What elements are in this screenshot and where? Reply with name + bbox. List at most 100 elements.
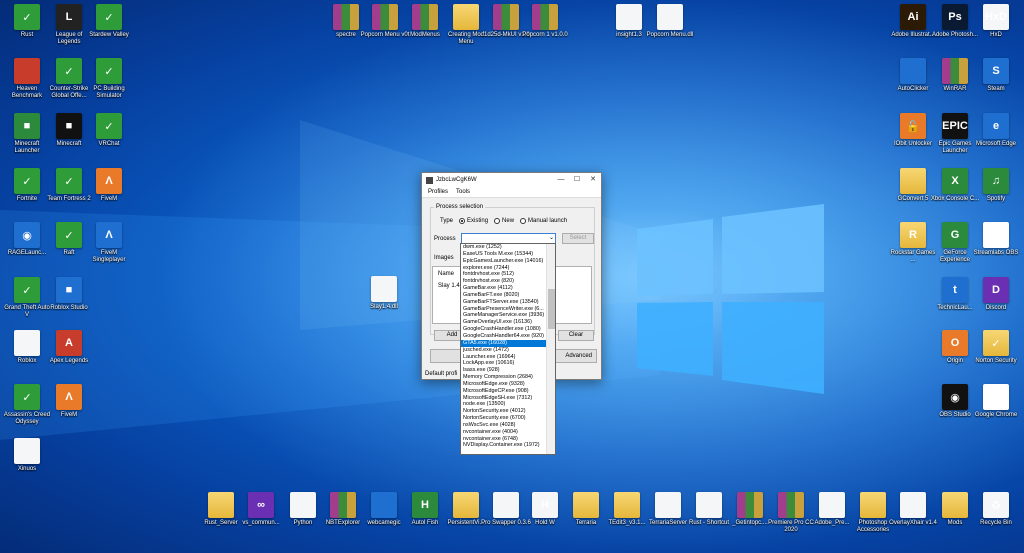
desktop-icon-label: Steam bbox=[987, 86, 1005, 92]
dropdown-item[interactable]: EpicGamesLauncher.exe (14016) bbox=[461, 258, 547, 265]
desktop-icon[interactable]: ■ Roblox Studio bbox=[46, 277, 92, 312]
scrollbar-thumb[interactable] bbox=[548, 289, 555, 329]
fivem-icon: Λ bbox=[96, 168, 122, 194]
steam-icon: S bbox=[983, 58, 1009, 84]
dropdown-item[interactable]: Launcher.exe (16964) bbox=[461, 354, 547, 361]
technic-launcher-icon: t bbox=[942, 277, 968, 303]
desktop-icon[interactable]: EPIC Epic Games Launcher bbox=[932, 113, 978, 155]
radio-existing-label: Existing bbox=[467, 218, 489, 224]
desktop-icon[interactable]: ✓ Norton Security bbox=[973, 330, 1019, 365]
google-chrome-icon: ◉ bbox=[983, 384, 1009, 410]
clear-button[interactable]: Clear bbox=[558, 330, 594, 341]
scrollbar[interactable] bbox=[546, 244, 555, 454]
images-column-name[interactable]: Name bbox=[438, 271, 454, 277]
desktop-icon[interactable]: ◉ Streamlabs OBS bbox=[973, 222, 1019, 257]
dropdown-item[interactable]: node.exe (13500) bbox=[461, 401, 547, 408]
dropdown-item[interactable]: GoogleCrashHandler64.exe (920) bbox=[461, 333, 547, 340]
dropdown-item[interactable]: NortonSecurity.exe (4012) bbox=[461, 408, 547, 415]
desktop-icon[interactable]: ◉ Google Chrome bbox=[973, 384, 1019, 419]
dropdown-item[interactable]: fontdrvhost.exe (820) bbox=[461, 278, 547, 285]
dropdown-item[interactable]: GameBar.exe (4112) bbox=[461, 285, 547, 292]
dropdown-item[interactable]: GameBarFT.exe (8020) bbox=[461, 292, 547, 299]
dropdown-item[interactable]: MicrosoftEdgeSH.exe (7312) bbox=[461, 395, 547, 402]
dropdown-item[interactable]: Memory Compression (2684) bbox=[461, 374, 547, 381]
dropdown-item[interactable]: GameOverlayUI.exe (16136) bbox=[461, 319, 547, 326]
desktop-icon[interactable]: Premiere Pro CC 2020 bbox=[768, 492, 814, 534]
fivem-icon: Λ bbox=[56, 384, 82, 410]
select-button[interactable]: Select bbox=[562, 233, 594, 244]
dropdown-item[interactable]: NVDisplay.Container.exe (1972) bbox=[461, 442, 547, 449]
chevron-down-icon[interactable]: ⌄ bbox=[549, 234, 554, 241]
hxd-icon: HxD bbox=[983, 4, 1009, 30]
assassins-creed-icon: ✓ bbox=[14, 384, 40, 410]
dropdown-item[interactable]: GameManagerService.exe (3936) bbox=[461, 312, 547, 319]
desktop-icon[interactable]: ✓ Stardew Valley bbox=[86, 4, 132, 39]
file-icon bbox=[290, 492, 316, 518]
dropdown-item[interactable]: fontdrvhost.exe (512) bbox=[461, 271, 547, 278]
close-icon[interactable]: ✕ bbox=[585, 173, 601, 187]
desktop-icon[interactable]: HxD HxD bbox=[973, 4, 1019, 39]
terraria-server-icon bbox=[655, 492, 681, 518]
dropdown-item[interactable]: LockApp.exe (10616) bbox=[461, 360, 547, 367]
desktop-icon[interactable]: ♫ Spotify bbox=[973, 168, 1019, 203]
desktop-icon[interactable]: Popcorn 1 v1.0.0 bbox=[522, 4, 568, 39]
maximize-icon[interactable]: ☐ bbox=[569, 173, 585, 187]
list-item[interactable]: Slay 1.4 bbox=[438, 283, 460, 289]
minimize-icon[interactable]: — bbox=[553, 173, 569, 187]
radio-manual-launch[interactable]: Manual launch bbox=[520, 218, 567, 224]
adobe-photoshop-icon: Ps bbox=[942, 4, 968, 30]
process-selection-title: Process selection bbox=[434, 204, 486, 210]
dropdown-item[interactable]: jusched.exe (1472) bbox=[461, 347, 547, 354]
dropdown-item[interactable]: explorer.exe (7244) bbox=[461, 265, 547, 272]
desktop-icon[interactable]: Λ FiveM bbox=[86, 168, 132, 203]
dll-file-icon bbox=[657, 4, 683, 30]
menu-bar: Profiles Tools bbox=[422, 187, 601, 198]
dropdown-item[interactable]: GameBarPresenceWriter.exe (6... bbox=[461, 306, 547, 313]
desktop-icon[interactable]: G GeForce Experience bbox=[932, 222, 978, 264]
desktop-icon[interactable]: e Microsoft Edge bbox=[973, 113, 1019, 148]
dropdown-item[interactable]: MicrosoftEdge.exe (9328) bbox=[461, 381, 547, 388]
streamlabs-icon: ◉ bbox=[983, 222, 1009, 248]
discord-icon: D bbox=[983, 277, 1009, 303]
microsoft-edge-icon: e bbox=[983, 113, 1009, 139]
desktop-icon[interactable]: S Steam bbox=[973, 58, 1019, 93]
desktop-icon[interactable]: Λ FiveM bbox=[46, 384, 92, 419]
dropdown-item[interactable]: nsWscSvc.exe (4028) bbox=[461, 422, 547, 429]
dropdown-item[interactable]: EaseUS Tools M.exe (15344) bbox=[461, 251, 547, 258]
window-titlebar[interactable]: JzbcLwCgK6W — ☐ ✕ bbox=[422, 173, 601, 187]
desktop-icon-label: Norton Security bbox=[975, 358, 1017, 364]
desktop-icon[interactable]: A Apex Legends bbox=[46, 330, 92, 365]
desktop-icon[interactable]: Λ FiveM Singleplayer bbox=[86, 222, 132, 264]
dropdown-item[interactable]: GoogleCrashHandler.exe (1080) bbox=[461, 326, 547, 333]
desktop-icon[interactable]: ✓ PC Building Simulator bbox=[86, 58, 132, 100]
desktop-icon[interactable]: ♻ Recycle Bin bbox=[973, 492, 1019, 527]
iobit-unlocker-icon: 🔓 bbox=[900, 113, 926, 139]
menu-tools[interactable]: Tools bbox=[456, 189, 470, 195]
radio-existing[interactable]: Existing bbox=[459, 218, 488, 224]
obs-studio-icon: ◉ bbox=[942, 384, 968, 410]
desktop-icon[interactable]: Slay1.4.dll bbox=[361, 276, 407, 311]
dropdown-item[interactable]: NortonSecurity.exe (6700) bbox=[461, 415, 547, 422]
desktop-icon[interactable]: Xinuos bbox=[4, 438, 50, 473]
dropdown-item[interactable]: nvcontainer.exe (6748) bbox=[461, 436, 547, 443]
desktop-icon[interactable]: D Discord bbox=[973, 277, 1019, 312]
window-title: JzbcLwCgK6W bbox=[436, 177, 477, 183]
winrar-archive-icon bbox=[412, 4, 438, 30]
menu-profiles[interactable]: Profiles bbox=[428, 189, 448, 195]
desktop-icon[interactable]: ✓ VRChat bbox=[86, 113, 132, 148]
radio-new[interactable]: New bbox=[494, 218, 514, 224]
desktop-icon-label: Recycle Bin bbox=[980, 520, 1012, 526]
desktop-icon[interactable]: ✓ Grand Theft Auto V bbox=[4, 277, 50, 319]
desktop-icon[interactable]: Popcorn Menu.dll bbox=[647, 4, 693, 39]
desktop-icon[interactable]: ■ Minecraft Launcher bbox=[4, 113, 50, 155]
process-dropdown-list[interactable]: dwm.exe (1252) EaseUS Tools M.exe (15344)… bbox=[460, 243, 556, 455]
radio-new-label: New bbox=[502, 218, 515, 224]
dropdown-item[interactable]: GTA5.exe (16028) bbox=[461, 339, 547, 347]
desktop-icon[interactable]: ✓ Assassin's Creed Odyssey bbox=[4, 384, 50, 426]
dropdown-item[interactable]: MicrosoftEdgeCP.exe (908) bbox=[461, 388, 547, 395]
dropdown-item[interactable]: nvcontainer.exe (4004) bbox=[461, 429, 547, 436]
dropdown-item[interactable]: lsass.exe (928) bbox=[461, 367, 547, 374]
minecraft-icon: ■ bbox=[56, 113, 82, 139]
dropdown-item[interactable]: GameBarFTServer.exe (13540) bbox=[461, 299, 547, 306]
dropdown-item[interactable]: dwm.exe (1252) bbox=[461, 244, 547, 251]
